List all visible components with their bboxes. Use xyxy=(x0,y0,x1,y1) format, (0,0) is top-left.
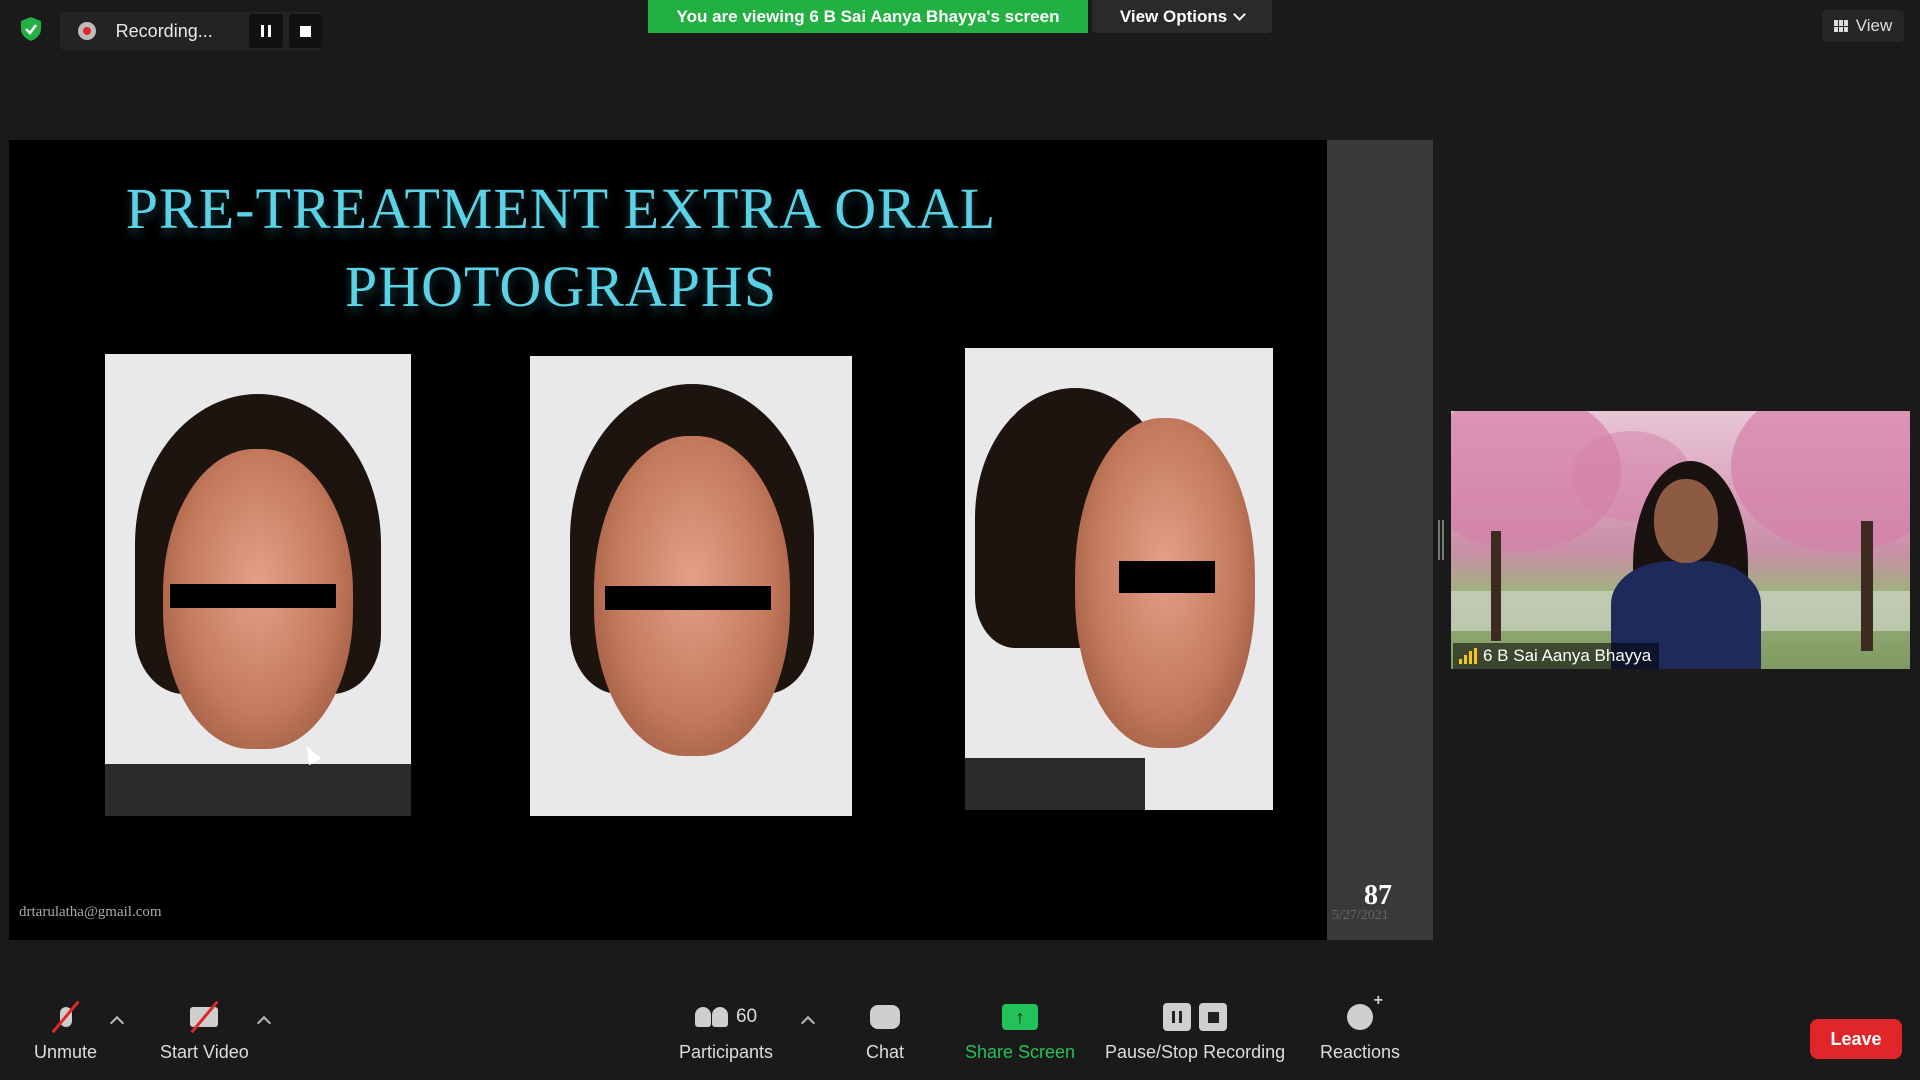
start-video-label: Start Video xyxy=(160,1042,249,1062)
recording-dot-icon xyxy=(78,22,96,40)
start-video-button[interactable]: Start Video xyxy=(160,1000,249,1063)
slide-title-line2: PHOTOGRAPHS xyxy=(344,254,778,319)
participant-name-tag: 6 B Sai Aanya Bhayya xyxy=(1453,643,1660,669)
redaction-bar xyxy=(1119,561,1215,593)
pause-stop-recording-icon xyxy=(1163,1003,1228,1031)
chat-label: Chat xyxy=(866,1042,905,1062)
reactions-button[interactable]: Reactions xyxy=(1320,992,1401,1063)
chat-icon xyxy=(870,1005,901,1029)
share-screen-icon: ↑ xyxy=(1002,1004,1039,1030)
chevron-down-icon xyxy=(1233,8,1247,21)
share-screen-label: Share Screen xyxy=(965,1042,1076,1062)
participants-icon xyxy=(694,1007,728,1027)
view-label: View xyxy=(1855,16,1893,35)
shared-screen: PRE-TREATMENT EXTRA ORAL PHOTOGRAPHS drt… xyxy=(9,140,1433,940)
security-shield-icon[interactable] xyxy=(16,14,46,44)
signal-strength-icon xyxy=(1459,648,1477,664)
unmute-button[interactable]: Unmute xyxy=(34,1000,97,1063)
recording-label: Recording... xyxy=(115,20,213,41)
slide-title-line1: PRE-TREATMENT EXTRA ORAL xyxy=(125,176,997,241)
view-options-button[interactable]: View Options xyxy=(1092,0,1272,33)
pause-stop-recording-button[interactable]: Pause/Stop Recording xyxy=(1105,1000,1285,1063)
redaction-bar xyxy=(605,586,771,610)
participants-options-caret-icon[interactable] xyxy=(800,1015,816,1031)
participant-name: 6 B Sai Aanya Bhayya xyxy=(1483,646,1652,665)
share-screen-button[interactable]: ↑ Share Screen xyxy=(965,1000,1075,1063)
view-button[interactable]: View xyxy=(1822,10,1904,42)
participants-label: Participants xyxy=(679,1042,774,1062)
slide-title: PRE-TREATMENT EXTRA ORAL PHOTOGRAPHS xyxy=(0,170,1273,326)
reactions-label: Reactions xyxy=(1320,1042,1401,1062)
chat-button[interactable]: Chat xyxy=(866,1000,904,1063)
video-options-caret-icon[interactable] xyxy=(256,1015,272,1031)
pause-icon xyxy=(260,25,271,37)
unmute-label: Unmute xyxy=(34,1042,98,1062)
participants-button[interactable]: 60 Participants xyxy=(679,1000,773,1063)
pause-recording-button[interactable] xyxy=(249,14,283,48)
leave-button[interactable]: Leave xyxy=(1810,1019,1902,1059)
grid-view-icon xyxy=(1833,20,1848,32)
presentation-slide: PRE-TREATMENT EXTRA ORAL PHOTOGRAPHS drt… xyxy=(9,140,1327,940)
slide-email: drtarulatha@gmail.com xyxy=(19,904,162,920)
resize-handle[interactable] xyxy=(1438,520,1444,560)
participant-video[interactable]: 6 B Sai Aanya Bhayya xyxy=(1451,411,1910,669)
participants-count: 60 xyxy=(735,1006,758,1027)
reactions-icon xyxy=(1347,992,1383,1030)
pause-stop-recording-label: Pause/Stop Recording xyxy=(1105,1042,1286,1062)
viewing-screen-banner: You are viewing 6 B Sai Aanya Bhayya's s… xyxy=(648,0,1088,33)
smiling-photo xyxy=(530,356,852,816)
profile-photo xyxy=(965,348,1273,810)
redaction-bar xyxy=(170,584,336,608)
view-options-label: View Options xyxy=(1119,6,1228,26)
frontal-photo xyxy=(105,354,411,816)
stop-icon xyxy=(299,25,311,37)
recording-indicator: Recording... xyxy=(60,12,323,50)
slide-date: 5/27/2021 xyxy=(1332,908,1389,923)
stop-recording-button[interactable] xyxy=(288,14,323,48)
audio-options-caret-icon[interactable] xyxy=(109,1015,125,1031)
